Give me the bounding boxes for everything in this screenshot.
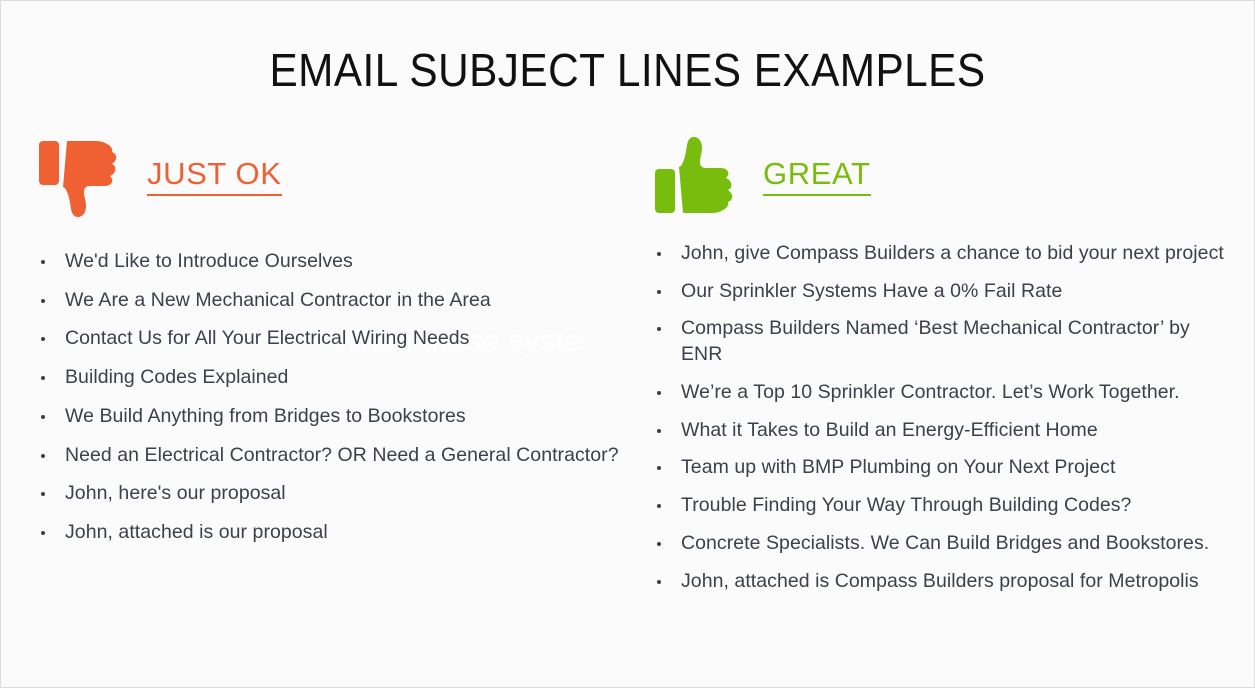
column-label-just-ok: JUST OK — [147, 158, 282, 196]
list-item: Trouble Finding Your Way Through Buildin… — [649, 493, 1229, 519]
list-item: Concrete Specialists. We Can Build Bridg… — [649, 531, 1229, 557]
list-item: John, here's our proposal — [33, 481, 633, 507]
list-item: Team up with BMP Plumbing on Your Next P… — [649, 455, 1229, 481]
slide-canvas: EMAIL SUBJECT LINES EXAMPLES When those … — [0, 0, 1255, 688]
list-great: John, give Compass Builders a chance to … — [649, 241, 1229, 594]
column-label-great: GREAT — [763, 158, 871, 196]
page-title: EMAIL SUBJECT LINES EXAMPLES — [269, 44, 986, 96]
list-item: We’re a Top 10 Sprinkler Contractor. Let… — [649, 380, 1229, 406]
column-header-just-ok: JUST OK — [33, 131, 633, 223]
column-just-ok: JUST OK We'd Like to Introduce Ourselves… — [33, 131, 633, 559]
list-item: Need an Electrical Contractor? OR Need a… — [33, 443, 633, 469]
list-item: John, attached is our proposal — [33, 520, 633, 546]
column-header-great: GREAT — [649, 131, 1229, 223]
list-item: What it Takes to Build an Energy-Efficie… — [649, 418, 1229, 444]
list-item: We Are a New Mechanical Contractor in th… — [33, 288, 633, 314]
list-item: John, attached is Compass Builders propo… — [649, 569, 1229, 595]
list-item: We Build Anything from Bridges to Bookst… — [33, 404, 633, 430]
list-item: Contact Us for All Your Electrical Wirin… — [33, 326, 633, 352]
thumbs-up-icon — [655, 137, 733, 213]
list-item: We'd Like to Introduce Ourselves — [33, 249, 633, 275]
column-great: GREAT John, give Compass Builders a chan… — [649, 131, 1229, 606]
list-item: Compass Builders Named ‘Best Mechanical … — [649, 316, 1229, 367]
list-just-ok: We'd Like to Introduce Ourselves We Are … — [33, 249, 633, 546]
list-item: John, give Compass Builders a chance to … — [649, 241, 1229, 267]
thumbs-down-icon — [39, 141, 117, 217]
list-item: Building Codes Explained — [33, 365, 633, 391]
list-item: Our Sprinkler Systems Have a 0% Fail Rat… — [649, 279, 1229, 305]
